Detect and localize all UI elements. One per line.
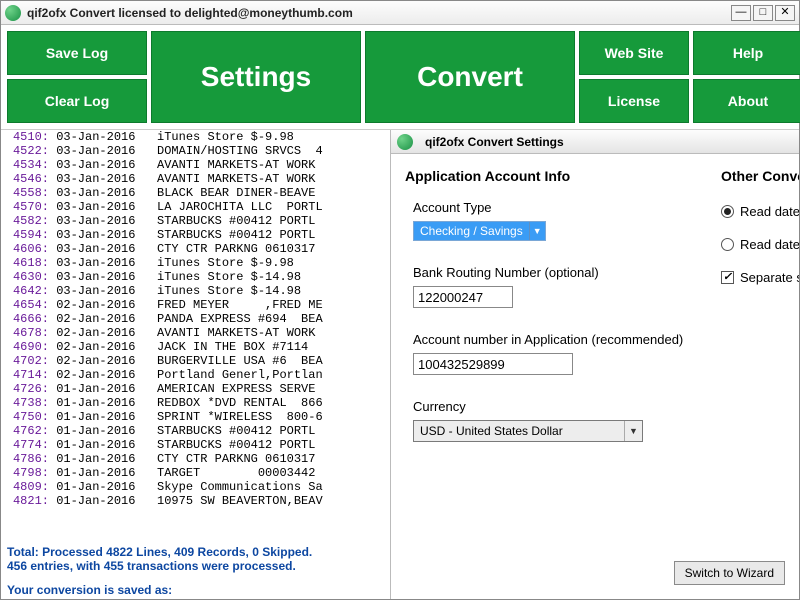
toolbar: Save Log Settings Convert Web Site Help … (1, 25, 799, 129)
switch-to-wizard-button[interactable]: Switch to Wizard (674, 561, 785, 585)
help-button[interactable]: Help (693, 31, 800, 75)
log-line: 4702: 02-Jan-2016 BURGERVILLE USA #6 BEA (3, 354, 390, 368)
settings-body: Application Account Info Other Conve Acc… (391, 154, 799, 599)
log-line: 4534: 03-Jan-2016 AVANTI MARKETS-AT WORK (3, 158, 390, 172)
log-summary-3: Your conversion is saved as: (7, 583, 384, 597)
log-line: 4809: 01-Jan-2016 Skype Communications S… (3, 480, 390, 494)
website-button[interactable]: Web Site (579, 31, 689, 75)
log-line: 4510: 03-Jan-2016 iTunes Store $-9.98 (3, 130, 390, 144)
log-line: 4726: 01-Jan-2016 AMERICAN EXPRESS SERVE (3, 382, 390, 396)
license-button[interactable]: License (579, 79, 689, 123)
currency-label: Currency (413, 399, 785, 414)
currency-block: Currency USD - United States Dollar ▼ (405, 399, 785, 442)
save-log-button[interactable]: Save Log (7, 31, 147, 75)
close-button[interactable]: ✕ (775, 5, 795, 21)
log-line: 4798: 01-Jan-2016 TARGET 00003442 (3, 466, 390, 480)
log-summary-2: 456 entries, with 455 transactions were … (7, 559, 384, 573)
log-line: 4546: 03-Jan-2016 AVANTI MARKETS-AT WORK (3, 172, 390, 186)
log-line: 4738: 01-Jan-2016 REDBOX *DVD RENTAL 866 (3, 396, 390, 410)
log-line: 4606: 03-Jan-2016 CTY CTR PARKNG 0610317 (3, 242, 390, 256)
log-footer: Total: Processed 4822 Lines, 409 Records… (1, 541, 390, 599)
log-line: 4642: 03-Jan-2016 iTunes Store $-14.98 (3, 284, 390, 298)
currency-select[interactable]: USD - United States Dollar ▼ (413, 420, 643, 442)
log-line: 4522: 03-Jan-2016 DOMAIN/HOSTING SRVCS 4 (3, 144, 390, 158)
account-type-value: Checking / Savings (414, 224, 529, 238)
other-heading: Other Conve (721, 168, 799, 184)
log-line: 4750: 01-Jan-2016 SPRINT *WIRELESS 800-6 (3, 410, 390, 424)
clear-log-button[interactable]: Clear Log (7, 79, 147, 123)
maximize-button[interactable]: □ (753, 5, 773, 21)
read-dates-radio-1[interactable]: Read dates (721, 204, 799, 219)
other-options: Read dates Read dates ✓Separate s (721, 204, 799, 285)
convert-button[interactable]: Convert (365, 31, 575, 123)
titlebar: qif2ofx Convert licensed to delighted@mo… (1, 1, 799, 25)
log-line: 4666: 02-Jan-2016 PANDA EXPRESS #694 BEA (3, 312, 390, 326)
log-line: 4558: 03-Jan-2016 BLACK BEAR DINER-BEAVE (3, 186, 390, 200)
log-line: 4762: 01-Jan-2016 STARBUCKS #00412 PORTL (3, 424, 390, 438)
app-icon (5, 5, 21, 21)
minimize-button[interactable]: — (731, 5, 751, 21)
window-controls: — □ ✕ (731, 5, 795, 21)
log-line: 4630: 03-Jan-2016 iTunes Store $-14.98 (3, 270, 390, 284)
about-button[interactable]: About (693, 79, 800, 123)
log-line: 4594: 03-Jan-2016 STARBUCKS #00412 PORTL (3, 228, 390, 242)
chevron-down-icon: ▼ (624, 421, 642, 441)
log-pane: 4510: 03-Jan-2016 iTunes Store $-9.98452… (1, 130, 391, 599)
log-line: 4678: 02-Jan-2016 AVANTI MARKETS-AT WORK (3, 326, 390, 340)
currency-value: USD - United States Dollar (414, 424, 624, 438)
log-line: 4618: 03-Jan-2016 iTunes Store $-9.98 (3, 256, 390, 270)
acctnum-block: Account number in Application (recommend… (405, 332, 785, 375)
settings-titlebar: qif2ofx Convert Settings (391, 130, 799, 154)
app-icon (397, 134, 413, 150)
log-line: 4786: 01-Jan-2016 CTY CTR PARKNG 0610317 (3, 452, 390, 466)
log-summary-1: Total: Processed 4822 Lines, 409 Records… (7, 545, 384, 559)
window-title: qif2ofx Convert licensed to delighted@mo… (27, 6, 731, 20)
separate-check[interactable]: ✓Separate s (721, 270, 799, 285)
settings-title: qif2ofx Convert Settings (425, 135, 564, 149)
log-scroll[interactable]: 4510: 03-Jan-2016 iTunes Store $-9.98452… (1, 130, 390, 541)
settings-pane: qif2ofx Convert Settings Application Acc… (391, 130, 799, 599)
log-line: 4774: 01-Jan-2016 STARBUCKS #00412 PORTL (3, 438, 390, 452)
content: 4510: 03-Jan-2016 iTunes Store $-9.98452… (1, 129, 799, 599)
acctnum-input[interactable] (413, 353, 573, 375)
log-line: 4690: 02-Jan-2016 JACK IN THE BOX #7114 (3, 340, 390, 354)
log-line: 4714: 02-Jan-2016 Portland Generl,Portla… (3, 368, 390, 382)
settings-button[interactable]: Settings (151, 31, 361, 123)
account-type-combo[interactable]: Checking / Savings ▼ (413, 221, 546, 241)
log-line: 4582: 03-Jan-2016 STARBUCKS #00412 PORTL (3, 214, 390, 228)
chevron-down-icon: ▼ (529, 222, 545, 240)
acctnum-label: Account number in Application (recommend… (413, 332, 785, 347)
log-line: 4821: 01-Jan-2016 10975 SW BEAVERTON,BEA… (3, 494, 390, 508)
main-window: qif2ofx Convert licensed to delighted@mo… (0, 0, 800, 600)
log-line: 4570: 03-Jan-2016 LA JAROCHITA LLC PORTL (3, 200, 390, 214)
read-dates-radio-2[interactable]: Read dates (721, 237, 799, 252)
routing-input[interactable] (413, 286, 513, 308)
log-line: 4654: 02-Jan-2016 FRED MEYER ,FRED ME (3, 298, 390, 312)
